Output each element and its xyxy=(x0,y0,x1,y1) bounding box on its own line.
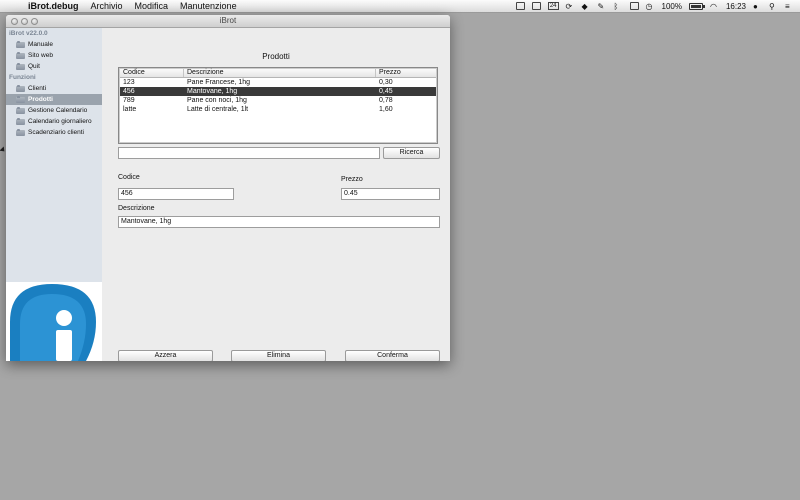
column-header-prezzo[interactable]: Prezzo xyxy=(376,69,436,77)
menu-modifica[interactable]: Modifica xyxy=(129,0,175,12)
wifi-icon[interactable]: ◠ xyxy=(710,2,719,11)
cell-descrizione: Mantovane, 1hg xyxy=(187,88,238,95)
cell-descrizione: Pane con noci, 1hg xyxy=(187,97,247,104)
sidebar-item-calendario-giornaliero[interactable]: Calendario giornaliero xyxy=(6,116,102,127)
sidebar-functions-header: Funzioni xyxy=(9,74,36,81)
cell-codice: latte xyxy=(123,106,137,113)
sidebar-item-label: Manuale xyxy=(28,41,53,48)
menu-app-name[interactable]: iBrot.debug xyxy=(22,0,85,12)
dropbox-icon[interactable]: ◆ xyxy=(582,2,591,11)
cell-prezzo: 0,45 xyxy=(379,88,393,95)
search-input[interactable] xyxy=(118,147,380,159)
delete-button[interactable]: Elimina xyxy=(231,350,326,361)
descrizione-label: Descrizione xyxy=(118,205,155,212)
ibrot-logo xyxy=(6,282,102,361)
bluetooth-icon[interactable]: ᛒ xyxy=(614,2,623,11)
display-icon[interactable] xyxy=(629,2,639,10)
sidebar-item-label: Clienti xyxy=(28,85,47,92)
window-title: iBrot xyxy=(219,16,237,25)
sidebar-item-quit[interactable]: Quit xyxy=(6,61,102,72)
confirm-button[interactable]: Conferma xyxy=(345,350,440,361)
window-titlebar[interactable]: iBrot xyxy=(6,15,450,28)
sync-icon[interactable]: ⟳ xyxy=(566,2,575,11)
app-window: iBrot iBrot v22.0.0 Manuale Sito web Qui… xyxy=(6,15,450,361)
folder-icon xyxy=(16,40,25,48)
cell-prezzo: 1,60 xyxy=(379,106,393,113)
table-row[interactable]: latte Latte di centrale, 1lt 1,60 xyxy=(120,105,436,114)
folder-icon xyxy=(16,95,25,103)
sidebar-item-label: Prodotti xyxy=(28,96,53,103)
battery-icon[interactable] xyxy=(688,2,705,10)
sidebar-item-clienti[interactable]: Clienti xyxy=(6,83,102,94)
table-row-selected[interactable]: 456 Mantovane, 1hg 0,45 xyxy=(120,87,436,96)
spotlight-search-icon[interactable]: ⚲ xyxy=(769,2,778,11)
sidebar-item-label: Gestione Calendario xyxy=(28,107,88,114)
products-table[interactable]: Codice Descrizione Prezzo 123 Pane Franc… xyxy=(118,67,438,144)
cell-prezzo: 0,78 xyxy=(379,97,393,104)
user-icon[interactable]: ● xyxy=(753,2,762,11)
sidebar-item-scadenziario-clienti[interactable]: Scadenziario clienti xyxy=(6,127,102,138)
cell-descrizione: Pane Francese, 1hg xyxy=(187,79,251,86)
folder-icon xyxy=(16,84,25,92)
table-header: Codice Descrizione Prezzo xyxy=(120,69,436,78)
screen-capture-icon[interactable] xyxy=(515,2,525,10)
prezzo-label: Prezzo xyxy=(341,176,363,183)
notification-center-icon[interactable]: ≡ xyxy=(785,2,794,11)
calendar-day-icon[interactable]: 24 xyxy=(547,2,559,10)
menu-bar: iBrot.debug Archivio Modifica Manutenzio… xyxy=(0,0,800,13)
sidebar: iBrot v22.0.0 Manuale Sito web Quit Funz… xyxy=(6,28,102,282)
folder-icon xyxy=(16,51,25,59)
time-machine-icon[interactable]: ◷ xyxy=(646,2,655,11)
sidebar-item-gestione-calendario[interactable]: Gestione Calendario xyxy=(6,105,102,116)
sidebar-item-prodotti[interactable]: Prodotti xyxy=(6,94,102,105)
folder-icon xyxy=(16,106,25,114)
table-row[interactable]: 123 Pane Francese, 1hg 0,30 xyxy=(120,78,436,87)
sidebar-version-header: iBrot v22.0.0 xyxy=(9,30,48,37)
sidebar-item-label: Sito web xyxy=(28,52,53,59)
sidebar-item-manuale[interactable]: Manuale xyxy=(6,39,102,50)
sidebar-item-sito-web[interactable]: Sito web xyxy=(6,50,102,61)
menu-archivio[interactable]: Archivio xyxy=(85,0,129,12)
sidebar-item-label: Calendario giornaliero xyxy=(28,118,92,125)
clock[interactable]: 16:23 xyxy=(726,2,746,11)
folder-icon xyxy=(16,128,25,136)
column-header-descrizione[interactable]: Descrizione xyxy=(184,69,376,77)
cell-prezzo: 0,30 xyxy=(379,79,393,86)
cell-codice: 789 xyxy=(123,97,135,104)
reset-button[interactable]: Azzera xyxy=(118,350,213,361)
cell-codice: 456 xyxy=(123,88,135,95)
folder-icon xyxy=(16,117,25,125)
page-title: Prodotti xyxy=(262,52,290,61)
folder-icon xyxy=(16,62,25,70)
status-menus: 24 ⟳ ◆ ✎ ᛒ ◷ 100% ◠ 16:23 ● ⚲ ≡ xyxy=(515,0,794,12)
sidebar-item-label: Quit xyxy=(28,63,40,70)
sidebar-item-label: Scadenziario clienti xyxy=(28,129,85,136)
search-button[interactable]: Ricerca xyxy=(383,147,440,159)
products-panel: Prodotti Codice Descrizione Prezzo 123 P… xyxy=(102,28,450,361)
descrizione-field[interactable]: Mantovane, 1hg xyxy=(118,216,440,228)
column-header-codice[interactable]: Codice xyxy=(120,69,184,77)
codice-label: Codice xyxy=(118,174,140,181)
menu-manutenzione[interactable]: Manutenzione xyxy=(174,0,243,12)
table-row[interactable]: 789 Pane con noci, 1hg 0,78 xyxy=(120,96,436,105)
prezzo-field[interactable]: 0.45 xyxy=(341,188,440,200)
codice-field[interactable]: 456 xyxy=(118,188,234,200)
cell-codice: 123 xyxy=(123,79,135,86)
pen-icon[interactable]: ✎ xyxy=(598,2,607,11)
battery-percentage[interactable]: 100% xyxy=(662,2,682,11)
briefcase-icon[interactable] xyxy=(531,2,541,10)
cell-descrizione: Latte di centrale, 1lt xyxy=(187,106,249,113)
